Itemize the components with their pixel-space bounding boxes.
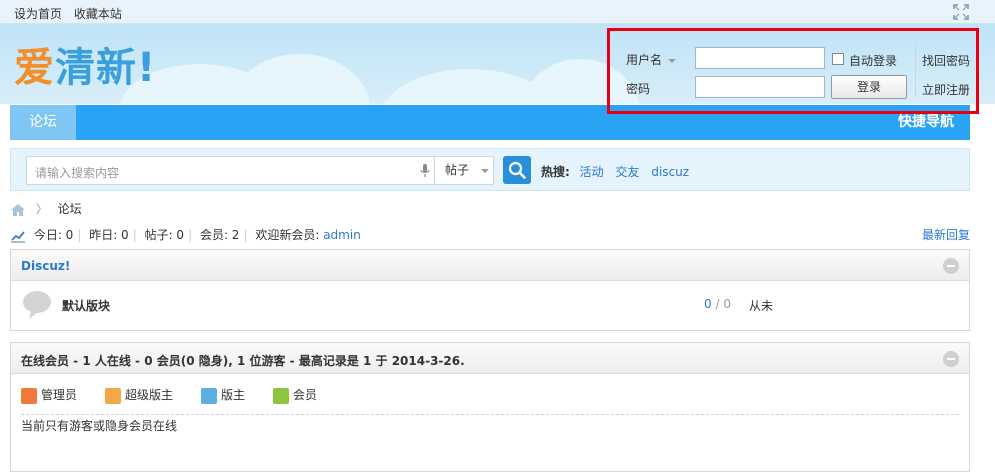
- forum-stats: 今日: 0 | 昨日: 0 | 帖子: 0 | 会员: 2 | 欢迎新会员: admin…: [10, 226, 970, 244]
- nav-tab-forum[interactable]: 论坛: [10, 105, 76, 140]
- login-divider: [915, 45, 916, 97]
- hot-search: 热搜: 活动 交友 discuz: [541, 163, 697, 180]
- stat-yesterday: 昨日: 0: [89, 228, 129, 242]
- stat-members: 会员: 2: [199, 228, 240, 242]
- password-label: 密码: [626, 82, 651, 96]
- forum-group-title[interactable]: Discuz!: [21, 259, 70, 273]
- online-members-header: 在线会员 - 1 人在线 - 0 会员(0 隐身), 1 位游客 - 最高记录是…: [11, 343, 969, 374]
- password-input[interactable]: [695, 76, 825, 98]
- legend-admin: 管理员: [21, 386, 77, 404]
- member-legend: 管理员 超级版主 版主 会员: [11, 374, 969, 408]
- forum-counts: 0 / 0: [704, 297, 731, 311]
- super-moderator-user-icon: [105, 387, 121, 404]
- legend-label: 版主: [221, 388, 246, 402]
- latest-reply-link[interactable]: 最新回复: [922, 226, 970, 244]
- logo-part-1: 爱: [14, 45, 55, 91]
- search-type-value: 帖子: [445, 163, 470, 177]
- forgot-password-link[interactable]: 找回密码: [922, 52, 970, 69]
- forum-group-header: Discuz!: [11, 250, 969, 281]
- search-placeholder: 请输入搜索内容: [35, 166, 120, 180]
- admin-user-icon: [21, 387, 37, 404]
- stat-today: 今日: 0: [33, 228, 74, 242]
- breadcrumb-separator: 〉: [35, 202, 48, 216]
- legend-label: 超级版主: [125, 388, 174, 402]
- chevron-down-icon: [668, 58, 677, 63]
- home-icon[interactable]: [10, 203, 26, 217]
- legend-member: 会员: [273, 386, 317, 404]
- auto-login-checkbox[interactable]: [832, 53, 844, 65]
- stat-posts: 帖子: 0: [144, 228, 185, 242]
- breadcrumb: 〉 论坛: [10, 200, 82, 218]
- online-members-panel: 在线会员 - 1 人在线 - 0 会员(0 隐身), 1 位游客 - 最高记录是…: [10, 342, 970, 472]
- top-links: 设为首页 收藏本站: [14, 5, 130, 22]
- online-members-title: 在线会员 - 1 人在线 - 0 会员(0 隐身), 1 位游客 - 最高记录是…: [21, 354, 465, 368]
- stat-divider: |: [77, 228, 82, 242]
- hot-search-label: 热搜:: [541, 165, 570, 179]
- member-user-icon: [273, 387, 289, 404]
- stat-divider: |: [188, 228, 193, 242]
- forum-group-panel: Discuz! 默认版块 0 / 0 从未: [10, 249, 970, 331]
- welcome-text: 欢迎新会员:: [255, 228, 320, 242]
- new-member-link[interactable]: admin: [323, 228, 361, 242]
- legend-super-moderator: 超级版主: [105, 386, 173, 404]
- register-link[interactable]: 立即注册: [922, 81, 970, 98]
- fullscreen-icon[interactable]: [953, 4, 969, 20]
- site-logo[interactable]: 爱清新!: [14, 44, 156, 92]
- chevron-down-icon: [481, 168, 490, 173]
- auto-login-label[interactable]: 自动登录: [849, 52, 897, 69]
- set-homepage-link[interactable]: 设为首页: [14, 7, 62, 21]
- login-button[interactable]: 登录: [831, 75, 907, 99]
- search-input[interactable]: 请输入搜索内容: [26, 156, 434, 185]
- forum-row[interactable]: 默认版块 0 / 0 从未: [11, 281, 969, 329]
- search-button[interactable]: [503, 156, 531, 184]
- logo-part-2: 清新: [55, 45, 137, 91]
- stat-divider: |: [243, 228, 248, 242]
- chart-icon: [11, 230, 25, 243]
- bookmark-link[interactable]: 收藏本站: [74, 7, 122, 21]
- search-type-select[interactable]: 帖子: [434, 156, 494, 185]
- hot-word-link[interactable]: 活动: [580, 165, 604, 179]
- search-bar: 请输入搜索内容 帖子 热搜: 活动 交友 discuz: [10, 148, 970, 191]
- username-input[interactable]: [695, 47, 825, 69]
- legend-label: 管理员: [41, 388, 78, 402]
- hot-word-link[interactable]: discuz: [651, 165, 689, 179]
- stat-divider: |: [132, 228, 137, 242]
- forum-post-count: 0: [723, 297, 731, 311]
- forum-count-separator: /: [711, 297, 724, 311]
- forum-last-post: 从未: [749, 299, 774, 313]
- forum-name[interactable]: 默认版块: [62, 297, 110, 314]
- online-note: 当前只有游客或隐身会员在线: [21, 419, 178, 433]
- hot-word-link[interactable]: 交友: [615, 165, 639, 179]
- login-form: 用户名 自动登录 找回密码 密码 登录 立即注册: [607, 28, 979, 114]
- dashed-divider: [21, 414, 959, 415]
- legend-moderator: 版主: [201, 386, 245, 404]
- microphone-icon[interactable]: [420, 164, 430, 178]
- logo-part-3: !: [137, 45, 157, 91]
- username-label: 用户名: [626, 53, 663, 67]
- top-bar: 设为首页 收藏本站: [0, 0, 995, 24]
- forum-bubble-icon: [23, 291, 51, 319]
- legend-label: 会员: [293, 388, 318, 402]
- collapse-icon[interactable]: [943, 351, 959, 367]
- forum-thread-count: 0: [704, 297, 712, 311]
- collapse-icon[interactable]: [943, 258, 959, 274]
- moderator-user-icon: [201, 387, 217, 404]
- breadcrumb-current[interactable]: 论坛: [58, 202, 82, 216]
- username-type-select[interactable]: 用户名: [626, 51, 677, 68]
- cloud-decoration: [230, 54, 370, 104]
